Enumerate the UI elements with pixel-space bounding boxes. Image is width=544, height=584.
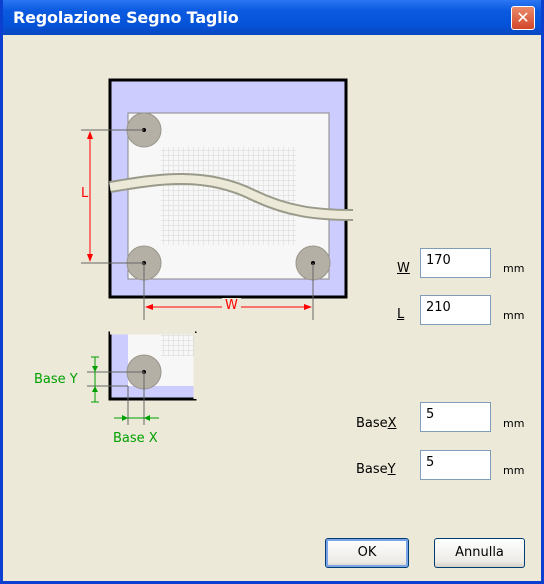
base-x-field-label: BaseX <box>356 416 397 431</box>
base-x-unit: mm <box>503 417 525 430</box>
w-field-label: W <box>397 261 410 276</box>
base-y-field-label: BaseY <box>356 462 396 477</box>
l-input[interactable]: 210 <box>420 295 491 325</box>
base-x-diagram-label: Base X <box>113 431 158 446</box>
ok-button[interactable]: OK <box>325 538 409 568</box>
dimension-l-label: L <box>81 186 89 201</box>
base-y-diagram-label: Base Y <box>34 372 78 387</box>
l-field-label: L <box>397 307 405 322</box>
base-y-unit: mm <box>503 464 525 477</box>
dimension-w-label: W <box>222 298 241 313</box>
l-unit: mm <box>503 309 525 322</box>
image-grid <box>161 147 296 245</box>
close-icon: ✕ <box>516 8 530 27</box>
title-bar: Regolazione Segno Taglio ✕ <box>3 0 541 35</box>
cut-mark-diagram <box>81 78 354 425</box>
base-x-input[interactable]: 5 <box>420 402 491 432</box>
w-unit: mm <box>503 262 525 275</box>
close-button[interactable]: ✕ <box>511 6 535 30</box>
cancel-button[interactable]: Annulla <box>434 538 525 568</box>
dialog-title: Regolazione Segno Taglio <box>13 8 239 27</box>
dialog-window: Regolazione Segno Taglio ✕ L W Base Y Ba… <box>0 0 544 584</box>
base-y-input[interactable]: 5 <box>420 450 491 480</box>
w-input[interactable]: 170 <box>420 248 491 278</box>
